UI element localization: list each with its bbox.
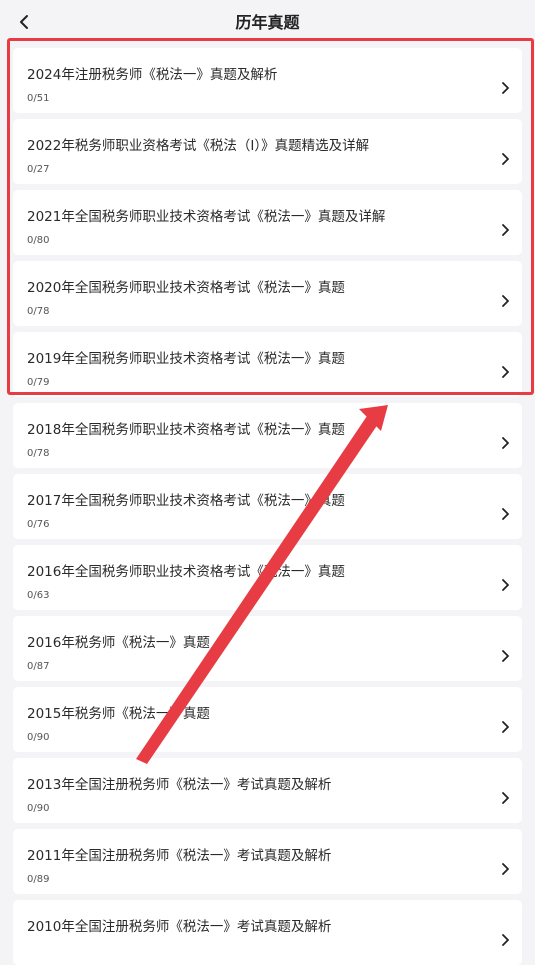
chevron-right-icon — [500, 365, 510, 379]
item-title: 2013年全国注册税务师《税法一》考试真题及解析 — [27, 777, 332, 793]
list-item[interactable]: 2017年全国税务师职业技术资格考试《税法一》真题 0/76 — [13, 474, 522, 539]
list-item[interactable]: 2016年税务师《税法一》真题 0/87 — [13, 616, 522, 681]
chevron-right-icon — [500, 294, 510, 308]
item-title: 2022年税务师职业资格考试《税法（I）》真题精选及详解 — [27, 138, 370, 154]
chevron-right-icon — [500, 862, 510, 876]
chevron-right-icon — [500, 720, 510, 734]
chevron-right-icon — [500, 578, 510, 592]
item-progress: 0/27 — [27, 164, 50, 175]
item-title: 2018年全国税务师职业技术资格考试《税法一》真题 — [27, 422, 345, 438]
list-item[interactable]: 2022年税务师职业资格考试《税法（I）》真题精选及详解 0/27 — [13, 119, 522, 184]
list-item[interactable]: 2021年全国税务师职业技术资格考试《税法一》真题及详解 0/80 — [13, 190, 522, 255]
item-progress: 0/78 — [27, 448, 50, 459]
item-title: 2016年税务师《税法一》真题 — [27, 635, 210, 651]
item-progress: 0/76 — [27, 519, 50, 530]
item-title: 2015年税务师《税法一》真题 — [27, 706, 210, 722]
item-title: 2019年全国税务师职业技术资格考试《税法一》真题 — [27, 351, 345, 367]
list-item[interactable]: 2016年全国税务师职业技术资格考试《税法一》真题 0/63 — [13, 545, 522, 610]
item-title: 2024年注册税务师《税法一》真题及解析 — [27, 67, 278, 83]
page-title: 历年真题 — [235, 13, 300, 32]
chevron-right-icon — [500, 649, 510, 663]
chevron-right-icon — [500, 933, 510, 947]
chevron-right-icon — [500, 81, 510, 95]
list-item[interactable]: 2024年注册税务师《税法一》真题及解析 0/51 — [13, 48, 522, 113]
item-progress: 0/51 — [27, 93, 50, 104]
item-progress: 0/89 — [27, 874, 50, 885]
item-progress: 0/79 — [27, 377, 50, 388]
list-item[interactable]: 2011年全国注册税务师《税法一》考试真题及解析 0/89 — [13, 829, 522, 894]
item-title: 2020年全国税务师职业技术资格考试《税法一》真题 — [27, 280, 345, 296]
list-item[interactable]: 2015年税务师《税法一》真题 0/90 — [13, 687, 522, 752]
list-item[interactable]: 2020年全国税务师职业技术资格考试《税法一》真题 0/78 — [13, 261, 522, 326]
item-title: 2010年全国注册税务师《税法一》考试真题及解析 — [27, 919, 332, 935]
item-progress: 0/78 — [27, 306, 50, 317]
top-bar: 历年真题 — [0, 0, 535, 42]
item-title: 2021年全国税务师职业技术资格考试《税法一》真题及详解 — [27, 209, 386, 225]
item-progress: 0/90 — [27, 803, 50, 814]
item-title: 2011年全国注册税务师《税法一》考试真题及解析 — [27, 848, 332, 864]
list-item[interactable]: 2018年全国税务师职业技术资格考试《税法一》真题 0/78 — [13, 403, 522, 468]
list-item[interactable]: 2019年全国税务师职业技术资格考试《税法一》真题 0/79 — [13, 332, 522, 397]
item-title: 2016年全国税务师职业技术资格考试《税法一》真题 — [27, 564, 345, 580]
item-progress: 0/80 — [27, 235, 50, 246]
item-progress: 0/87 — [27, 661, 50, 672]
list-item[interactable]: 2013年全国注册税务师《税法一》考试真题及解析 0/90 — [13, 758, 522, 823]
chevron-right-icon — [500, 791, 510, 805]
item-title: 2017年全国税务师职业技术资格考试《税法一》真题 — [27, 493, 345, 509]
item-progress: 0/90 — [27, 732, 50, 743]
chevron-right-icon — [500, 223, 510, 237]
chevron-right-icon — [500, 436, 510, 450]
chevron-right-icon — [500, 507, 510, 521]
chevron-right-icon — [500, 152, 510, 166]
item-progress: 0/63 — [27, 590, 50, 601]
